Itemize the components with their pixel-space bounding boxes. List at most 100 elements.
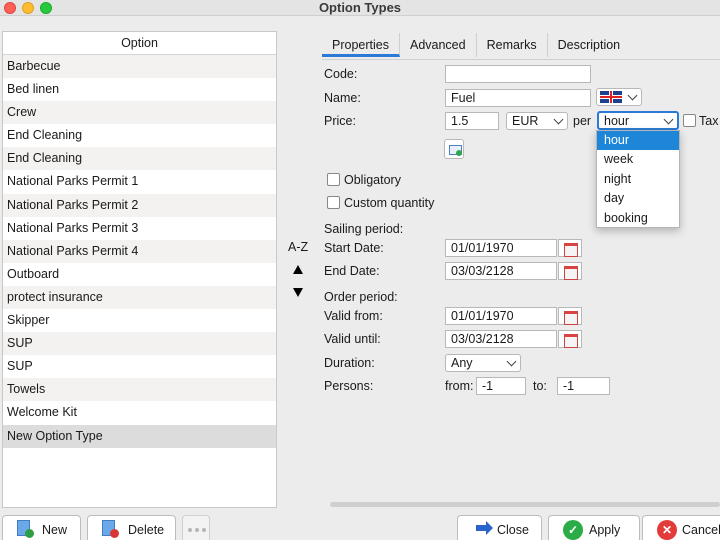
name-input[interactable]: Fuel <box>445 89 591 107</box>
horizontal-scrollbar[interactable] <box>324 499 720 509</box>
option-list-body: Barbecue Bed linen Crew End Cleaning End Cle… <box>3 55 276 448</box>
apply-button-label: Apply <box>589 523 621 537</box>
new-document-icon <box>17 520 34 538</box>
end-date-label: End Date: <box>324 264 380 278</box>
tax-checkbox[interactable] <box>683 114 696 127</box>
arrow-right-icon <box>476 521 493 535</box>
persons-from-input[interactable]: -1 <box>476 377 526 395</box>
list-item[interactable]: National Parks Permit 2 <box>3 193 276 217</box>
end-date-input[interactable]: 03/03/2128 <box>445 262 557 280</box>
obligatory-checkbox[interactable] <box>327 173 340 186</box>
order-period-label: Order period: <box>324 290 398 304</box>
list-item[interactable]: SUP <box>3 332 276 356</box>
duration-select[interactable]: Any <box>445 354 521 372</box>
price-label: Price: <box>324 114 356 128</box>
dropdown-option-week[interactable]: week <box>597 150 679 169</box>
close-button-label: Close <box>497 523 529 537</box>
language-select[interactable] <box>596 88 642 106</box>
per-unit-value: hour <box>604 114 630 128</box>
valid-until-label: Valid until: <box>324 332 381 346</box>
list-item[interactable]: National Parks Permit 4 <box>3 239 276 263</box>
chevron-down-icon <box>506 356 517 367</box>
dropdown-option-night[interactable]: night <box>597 170 679 189</box>
persons-label: Persons: <box>324 379 374 393</box>
sailing-period-label: Sailing period: <box>324 222 404 236</box>
calendar-icon[interactable] <box>558 239 582 257</box>
persons-to-input[interactable]: -1 <box>557 377 610 395</box>
custom-quantity-checkbox[interactable] <box>327 196 340 209</box>
name-label: Name: <box>324 91 361 105</box>
option-list-header[interactable]: Option <box>3 32 276 55</box>
per-label: per <box>573 114 592 128</box>
duration-value: Any <box>451 356 473 370</box>
persons-to-label: to: <box>533 379 547 393</box>
chevron-down-icon <box>553 114 564 125</box>
code-label: Code: <box>324 67 358 81</box>
delete-document-icon <box>102 520 119 538</box>
valid-from-input[interactable]: 01/01/1970 <box>445 307 557 325</box>
new-button[interactable]: New <box>2 515 81 540</box>
window-title: Option Types <box>318 0 402 15</box>
calendar-icon[interactable] <box>558 330 582 348</box>
dropdown-option-booking[interactable]: booking <box>597 209 679 228</box>
list-item[interactable]: protect insurance <box>3 285 276 310</box>
valid-from-label: Valid from: <box>324 309 383 323</box>
apply-button[interactable]: ✓ Apply <box>548 515 640 540</box>
scrollbar-thumb[interactable] <box>330 502 720 507</box>
tab-remarks[interactable]: Remarks <box>477 33 548 57</box>
tab-properties[interactable]: Properties <box>322 33 400 57</box>
custom-quantity-label: Custom quantity <box>344 196 435 210</box>
uk-flag-icon <box>600 91 622 103</box>
sort-az-button[interactable]: A-Z <box>288 240 308 254</box>
start-date-label: Start Date: <box>324 241 384 255</box>
checkmark-icon: ✓ <box>563 520 583 540</box>
close-button[interactable]: Close <box>457 515 542 540</box>
more-options-button[interactable] <box>182 515 210 540</box>
price-input[interactable]: 1.5 <box>445 112 499 130</box>
per-unit-dropdown: hour week night day booking <box>596 130 680 228</box>
move-down-icon[interactable] <box>293 288 303 297</box>
cancel-button[interactable]: ✕ Cancel <box>642 515 720 540</box>
duration-label: Duration: <box>324 356 375 370</box>
cancel-button-label: Cancel <box>682 523 720 537</box>
list-item[interactable]: National Parks Permit 3 <box>3 217 276 240</box>
chevron-down-icon <box>627 90 638 101</box>
list-item[interactable]: New Option Type <box>3 424 276 448</box>
add-price-button[interactable] <box>444 139 464 159</box>
list-item[interactable]: Towels <box>3 378 276 402</box>
calendar-icon[interactable] <box>558 307 582 325</box>
tab-description[interactable]: Description <box>548 33 631 57</box>
list-item[interactable]: Bed linen <box>3 78 276 101</box>
option-list[interactable]: Option Barbecue Bed linen Crew End Cleaning… <box>2 31 277 508</box>
move-up-icon[interactable] <box>293 265 303 274</box>
list-item[interactable]: End Cleaning <box>3 147 276 171</box>
tab-advanced[interactable]: Advanced <box>400 33 477 57</box>
per-unit-select[interactable]: hour <box>597 111 679 130</box>
dropdown-option-day[interactable]: day <box>597 189 679 208</box>
delete-button[interactable]: Delete <box>87 515 176 540</box>
list-item[interactable]: National Parks Permit 1 <box>3 170 276 193</box>
list-item[interactable]: SUP <box>3 355 276 378</box>
currency-value: EUR <box>512 114 539 128</box>
obligatory-label: Obligatory <box>344 173 401 187</box>
cancel-x-icon: ✕ <box>657 520 677 540</box>
list-item[interactable]: End Cleaning <box>3 124 276 147</box>
list-item[interactable]: Welcome Kit <box>3 401 276 424</box>
dot-icon <box>202 528 206 532</box>
currency-select[interactable]: EUR <box>506 112 568 130</box>
start-date-input[interactable]: 01/01/1970 <box>445 239 557 257</box>
list-item[interactable]: Outboard <box>3 263 276 286</box>
new-button-label: New <box>42 523 68 537</box>
tax-label: Tax <box>699 114 719 128</box>
list-item[interactable]: Skipper <box>3 309 276 332</box>
dropdown-option-hour[interactable]: hour <box>597 131 679 151</box>
tab-bar: Properties Advanced Remarks Description <box>322 33 630 59</box>
title-bar: Option Types <box>0 0 720 16</box>
dot-icon <box>195 528 199 532</box>
list-item[interactable]: Barbecue <box>3 55 276 79</box>
delete-button-label: Delete <box>128 523 165 537</box>
valid-until-input[interactable]: 03/03/2128 <box>445 330 557 348</box>
code-input[interactable] <box>445 65 591 83</box>
calendar-icon[interactable] <box>558 262 582 280</box>
list-item[interactable]: Crew <box>3 101 276 125</box>
